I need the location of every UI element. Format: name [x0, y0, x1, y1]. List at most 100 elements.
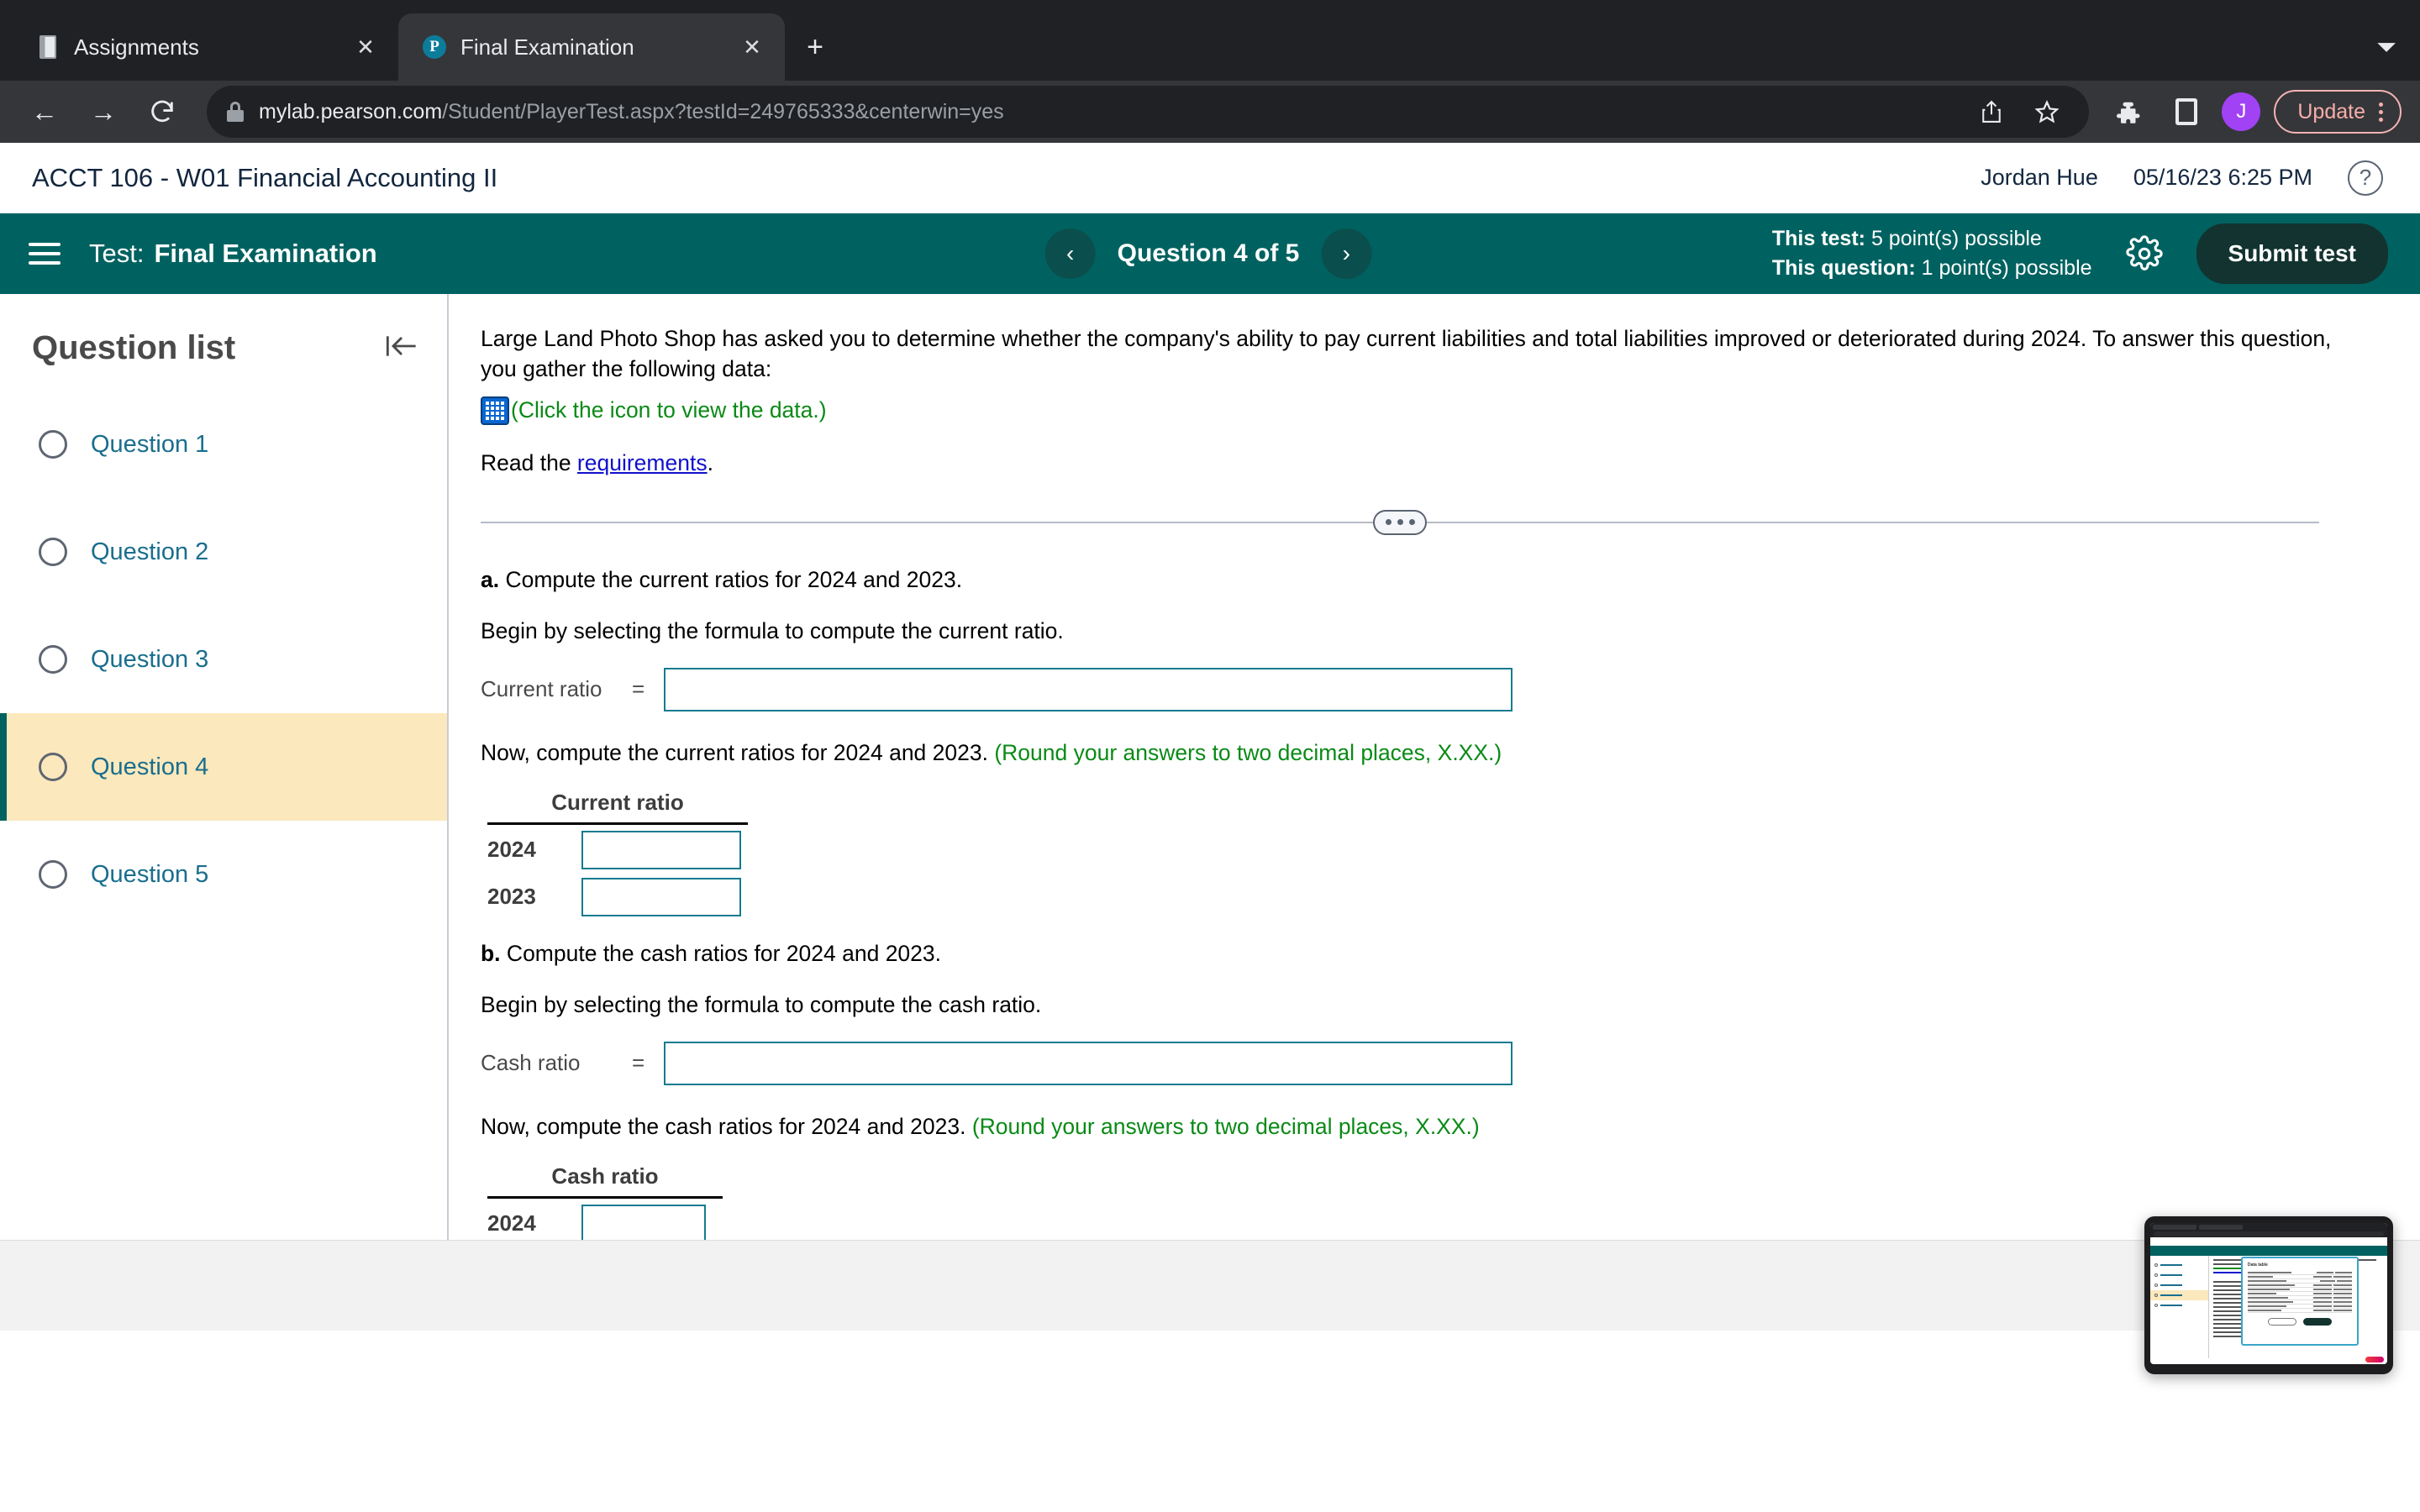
close-icon[interactable]: ✕	[351, 33, 380, 61]
sidebar-item-question-1[interactable]: Question 1	[0, 391, 447, 498]
workspace: Question list Question 1 Question 2 Ques…	[0, 294, 2420, 1240]
share-icon[interactable]	[1970, 90, 2013, 134]
section-divider	[481, 509, 2370, 535]
question-status-icon	[39, 538, 67, 566]
sidebar-item-label: Question 4	[91, 753, 209, 780]
test-name: Final Examination	[154, 239, 377, 268]
course-title: ACCT 106 - W01 Financial Accounting II	[32, 162, 498, 192]
close-icon[interactable]: ✕	[738, 33, 766, 61]
current-ratio-table: Current ratio 2024 2023	[487, 790, 2370, 919]
extensions-puzzle-icon[interactable]	[2107, 90, 2151, 134]
table-row: 2024	[487, 828, 2370, 872]
table-row: 2023	[487, 875, 2370, 919]
forward-icon[interactable]: →	[77, 86, 129, 138]
browser-tab-final-examination[interactable]: P Final Examination ✕	[398, 13, 785, 81]
part-b-now-line: Now, compute the cash ratios for 2024 an…	[481, 1114, 2370, 1140]
back-icon[interactable]: ←	[18, 86, 71, 138]
next-question-button[interactable]: ›	[1321, 228, 1372, 279]
current-ratio-formula-input[interactable]	[664, 667, 1512, 711]
avatar[interactable]: J	[2222, 92, 2261, 131]
row-year-2024: 2024	[487, 1210, 536, 1236]
sidebar-item-question-5[interactable]: Question 5	[0, 821, 447, 928]
table-row: 2024	[487, 1202, 2370, 1240]
part-b-prompt: b. Compute the cash ratios for 2024 and …	[481, 941, 2370, 967]
url-path: /Student/PlayerTest.aspx?testId=24976533…	[442, 99, 1004, 123]
current-ratio-2024-input[interactable]	[581, 830, 741, 869]
row-year-2023: 2023	[487, 884, 536, 910]
thumbnail-list-item-active	[2150, 1290, 2208, 1300]
collapse-panel-icon[interactable]	[385, 331, 418, 366]
browser-tab-assignments[interactable]: Assignments ✕	[12, 13, 398, 81]
current-ratio-table-header: Current ratio	[551, 789, 684, 815]
footer-bar: Next	[0, 1240, 2420, 1331]
help-icon[interactable]: ?	[2348, 160, 2383, 196]
thumbnail-data-table	[2248, 1271, 2352, 1313]
part-b-begin: Begin by selecting the formula to comput…	[481, 991, 1042, 1017]
chevron-down-icon[interactable]: ⏷	[2376, 34, 2396, 62]
thumbnail-browser-chrome	[2150, 1223, 2387, 1237]
browser-menu-icon[interactable]	[2379, 102, 2383, 122]
question-part-b: b. Compute the cash ratios for 2024 and …	[481, 941, 2370, 1240]
cash-ratio-formula-input[interactable]	[664, 1041, 1512, 1085]
this-test-value: 5 point(s) possible	[1870, 226, 2042, 250]
part-a-prompt: a. Compute the current ratios for 2024 a…	[481, 567, 2370, 593]
url-text: mylab.pearson.com/Student/PlayerTest.asp…	[259, 100, 1004, 124]
screen-preview-thumbnail[interactable]: Data table	[2144, 1216, 2393, 1374]
thumbnail-list-item	[2150, 1280, 2208, 1290]
part-b-round-hint: (Round your answers to two decimal place…	[971, 1113, 1480, 1139]
address-bar[interactable]: mylab.pearson.com/Student/PlayerTest.asp…	[207, 86, 2090, 138]
student-name: Jordan Hue	[1981, 165, 2098, 190]
toolbar-right: J Update	[2096, 90, 2402, 134]
browser-chrome: Assignments ✕ P Final Examination ✕ + ⏷ …	[0, 0, 2420, 143]
test-label: Test:	[89, 239, 145, 268]
cash-ratio-table: Cash ratio 2024 2023	[487, 1163, 2370, 1240]
equals-sign: =	[632, 676, 645, 702]
requirements-link[interactable]: requirements	[577, 450, 708, 475]
thumbnail-dialog-title: Data table	[2248, 1263, 2268, 1268]
omnibox-actions	[1953, 90, 2069, 134]
submit-test-button[interactable]: Submit test	[2196, 223, 2388, 284]
thumbnail-course-header	[2150, 1237, 2387, 1246]
bookmark-star-icon[interactable]	[2025, 90, 2069, 134]
pearson-icon: P	[422, 34, 447, 60]
book-icon	[35, 34, 60, 60]
part-a-begin: Begin by selecting the formula to comput…	[481, 617, 1064, 643]
update-button[interactable]: Update	[2274, 90, 2402, 134]
previous-question-button[interactable]: ‹	[1044, 228, 1096, 279]
question-navigator: ‹ Question 4 of 5 ›	[1044, 228, 1372, 279]
test-toolbar: Test: Final Examination ‹ Question 4 of …	[0, 213, 2420, 294]
question-list-panel: Question list Question 1 Question 2 Ques…	[0, 294, 449, 1240]
thumbnail-address-bar	[2154, 1231, 2384, 1236]
thumbnail-tab	[2199, 1225, 2243, 1230]
part-b-text: Compute the cash ratios for 2024 and 202…	[500, 940, 942, 966]
content-scrollbar[interactable]	[2407, 294, 2420, 1240]
question-part-a: a. Compute the current ratios for 2024 a…	[481, 567, 2370, 919]
sidebar-item-question-3[interactable]: Question 3	[0, 606, 447, 713]
current-ratio-formula-row: Current ratio =	[481, 667, 2370, 711]
menu-icon[interactable]	[29, 243, 60, 265]
part-a-now-line: Now, compute the current ratios for 2024…	[481, 740, 2370, 766]
cash-ratio-2024-input[interactable]	[581, 1204, 706, 1240]
new-tab-button[interactable]: +	[792, 24, 839, 71]
current-ratio-2023-input[interactable]	[581, 877, 741, 916]
this-question-value: 1 point(s) possible	[1921, 256, 2092, 280]
sidebar-item-question-2[interactable]: Question 2	[0, 498, 447, 606]
gear-icon[interactable]	[2125, 235, 2163, 272]
question-status-icon	[39, 753, 67, 781]
spreadsheet-icon[interactable]	[481, 396, 509, 425]
sidebar-item-question-4[interactable]: Question 4	[0, 713, 447, 821]
question-stem: Large Land Photo Shop has asked you to d…	[481, 326, 2332, 381]
reload-icon[interactable]	[136, 86, 188, 138]
cash-ratio-table-header: Cash ratio	[551, 1163, 659, 1189]
part-b-letter: b.	[481, 940, 501, 966]
sidebar-item-label: Question 2	[91, 538, 209, 565]
data-table-launcher[interactable]: (Click the icon to view the data.)	[481, 396, 2370, 425]
lock-icon	[227, 102, 244, 122]
read-suffix: .	[707, 449, 713, 475]
sidepanel-icon[interactable]	[2165, 90, 2208, 134]
thumbnail-dialog-buttons	[2248, 1318, 2352, 1326]
expand-divider-button[interactable]	[1373, 509, 1427, 535]
question-status-icon	[39, 860, 67, 889]
row-year-2024: 2024	[487, 837, 536, 863]
this-test-label: This test:	[1771, 226, 1865, 250]
